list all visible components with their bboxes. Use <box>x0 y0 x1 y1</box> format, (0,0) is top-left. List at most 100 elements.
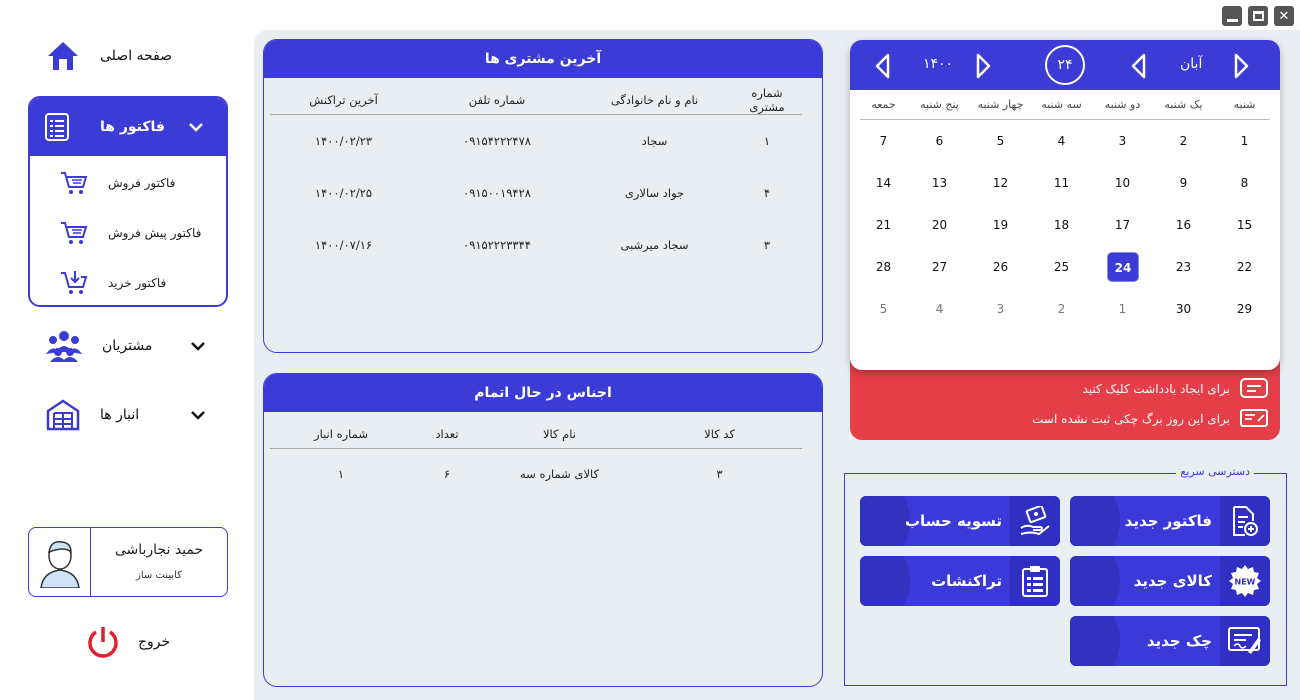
year-next-icon[interactable] <box>975 53 991 79</box>
cell-customer-number: ۴ <box>763 185 771 200</box>
calendar-day-cell[interactable]: 2 <box>1153 134 1214 148</box>
calendar-day-cell[interactable]: 22 <box>1214 260 1275 274</box>
chevron-down-icon <box>191 411 205 420</box>
nav-customers[interactable]: مشتریان <box>46 330 206 362</box>
calendar-day-cell[interactable]: 12 <box>970 176 1031 190</box>
cell-product-name: کالای شماره سه <box>519 467 600 482</box>
calendar: آبان ۲۴ ۱۴۰۰ شنبه یک شنبه دو شنبه سه شنب… <box>850 40 1280 370</box>
avatar <box>29 528 91 596</box>
cell-phone: ۰۹۱۵۲۲۲۳۳۴۴ <box>463 237 531 252</box>
calendar-day-cell[interactable]: 23 <box>1153 260 1214 274</box>
minimize-button[interactable] <box>1222 6 1242 26</box>
table-row[interactable]: ۳ کالای شماره سه ۶ ۱ <box>270 448 802 500</box>
cell-phone: ۰۹۱۵۴۲۲۲۴۷۸ <box>463 133 531 148</box>
calendar-day-cell[interactable]: 14 <box>853 176 914 190</box>
low-stock-table: کد کالا نام کالا تعداد شماره انبار ۳ کال… <box>270 420 802 500</box>
calendar-day-cell[interactable]: 20 <box>909 218 970 232</box>
invoices-header[interactable]: فاکتور ها <box>30 98 226 156</box>
close-button[interactable]: ✕ <box>1274 6 1294 26</box>
calendar-day-cell[interactable]: 28 <box>853 260 914 274</box>
day-name: سه شنبه <box>1041 98 1082 111</box>
calendar-day-cell[interactable]: 16 <box>1153 218 1214 232</box>
sale-invoice-item[interactable]: فاکتور فروش <box>60 170 175 196</box>
maximize-button[interactable] <box>1248 6 1268 26</box>
user-card[interactable]: حمید نجارباشی کابینت ساز <box>28 527 228 597</box>
calendar-day-cell[interactable]: 5 <box>970 134 1031 148</box>
calendar-day-cell[interactable]: 3 <box>970 302 1031 316</box>
calendar-day-cell[interactable]: 27 <box>909 260 970 274</box>
nav-warehouses[interactable]: انبار ها <box>46 399 206 431</box>
purchase-invoice-label: فاکتور خرید <box>108 276 167 290</box>
settle-account-label: تسویه حساب <box>904 512 1002 530</box>
nav-customers-label: مشتریان <box>102 338 153 354</box>
table-row[interactable]: ۳ سجاد میرشبی ۰۹۱۵۲۲۲۳۳۴۴ ۱۴۰۰/۰۷/۱۶ <box>270 219 802 271</box>
sale-invoice-label: فاکتور فروش <box>108 176 176 190</box>
calendar-day-cell[interactable]: 17 <box>1092 218 1153 232</box>
day-name: چهار شنبه <box>977 98 1024 111</box>
calendar-day-badge[interactable]: ۲۴ <box>1045 45 1085 85</box>
logout-button[interactable]: خروج <box>86 625 170 659</box>
check-info-row: برای این روز برگ چکی ثبت نشده است <box>1032 408 1268 430</box>
check-info-text: برای این روز برگ چکی ثبت نشده است <box>1032 412 1230 426</box>
power-icon <box>88 627 118 658</box>
calendar-day-cell[interactable]: 13 <box>909 176 970 190</box>
month-prev-icon[interactable] <box>1131 53 1147 79</box>
settle-account-button[interactable]: تسویه حساب <box>860 496 1060 546</box>
nav-warehouses-label: انبار ها <box>100 407 140 423</box>
calendar-day-cell[interactable]: 2 <box>1031 302 1092 316</box>
month-next-icon[interactable] <box>1233 53 1249 79</box>
cell-product-code: ۳ <box>716 467 723 482</box>
calendar-day-selected[interactable]: 24 <box>1107 252 1139 282</box>
col-quantity: تعداد <box>412 420 482 449</box>
col-product-name: نام کالا <box>482 420 637 449</box>
calendar-day-cell[interactable]: 4 <box>909 302 970 316</box>
year-prev-icon[interactable] <box>875 53 891 79</box>
new-check-label: چک جدید <box>1146 632 1212 650</box>
day-name: جمعه <box>871 98 896 111</box>
cell-customer-number: ۱ <box>763 133 771 148</box>
transactions-label: تراکنشات <box>931 572 1002 590</box>
new-badge-icon: NEW <box>1220 556 1270 606</box>
cart-download-icon <box>61 271 88 294</box>
calendar-day-cell[interactable]: 21 <box>853 218 914 232</box>
cell-full-name: سجاد <box>641 133 668 148</box>
table-row[interactable]: ۴ جواد سالاری ۰۹۱۵۰۰۱۹۴۲۸ ۱۴۰۰/۰۲/۲۵ <box>270 167 802 219</box>
table-row[interactable]: ۱ سجاد ۰۹۱۵۴۲۲۲۴۷۸ ۱۴۰۰/۰۲/۲۳ <box>270 115 802 167</box>
calendar-day-cell[interactable]: 7 <box>853 134 914 148</box>
new-invoice-button[interactable]: فاکتور جدید <box>1070 496 1270 546</box>
cell-full-name: جواد سالاری <box>624 185 685 200</box>
calendar-day-cell[interactable]: 25 <box>1031 260 1092 274</box>
calendar-day-cell[interactable]: 4 <box>1031 134 1092 148</box>
calendar-day-cell[interactable]: 29 <box>1214 302 1275 316</box>
recent-customers-panel: آخرین مشتری ها شماره مشتری نام و نام خان… <box>263 39 823 353</box>
calendar-day-cell[interactable]: 15 <box>1214 218 1275 232</box>
calendar-day-cell[interactable]: 10 <box>1092 176 1153 190</box>
calendar-day-cell[interactable]: 18 <box>1031 218 1092 232</box>
calendar-day-cell[interactable]: 9 <box>1153 176 1214 190</box>
presale-invoice-item[interactable]: فاکتور پیش فروش <box>60 220 201 246</box>
recent-customers-table: شماره مشتری نام و نام خانوادگی شماره تلف… <box>270 86 802 271</box>
nav-home-label: صفحه اصلی <box>100 48 173 64</box>
calendar-day-cell[interactable]: 8 <box>1214 176 1275 190</box>
calendar-day-cell[interactable]: 1 <box>1092 302 1153 316</box>
calendar-day-cell[interactable]: 11 <box>1031 176 1092 190</box>
calendar-day-cell[interactable]: 26 <box>970 260 1031 274</box>
sidebar: صفحه اصلی فاکتور ها فاکتور فروش فاکتور پ… <box>0 0 254 700</box>
new-invoice-label: فاکتور جدید <box>1124 512 1212 530</box>
check-icon <box>1240 409 1268 427</box>
calendar-day-cell[interactable]: 5 <box>853 302 914 316</box>
calendar-day-cell[interactable]: 1 <box>1214 134 1275 148</box>
calendar-day-cell[interactable]: 6 <box>909 134 970 148</box>
calendar-day-cell[interactable]: 30 <box>1153 302 1214 316</box>
new-check-button[interactable]: چک جدید <box>1070 616 1270 666</box>
purchase-invoice-item[interactable]: فاکتور خرید <box>60 270 166 296</box>
create-note-row[interactable]: برای ایجاد یادداشت کلیک کنید <box>1082 378 1268 400</box>
invoice-list-icon <box>45 113 69 141</box>
user-name: حمید نجارباشی <box>114 542 204 558</box>
new-product-button[interactable]: NEW کالای جدید <box>1070 556 1270 606</box>
user-avatar-icon <box>39 540 80 588</box>
calendar-day-cell[interactable]: 3 <box>1092 134 1153 148</box>
nav-home[interactable]: صفحه اصلی <box>46 40 172 72</box>
calendar-day-cell[interactable]: 19 <box>970 218 1031 232</box>
transactions-button[interactable]: تراکنشات <box>860 556 1060 606</box>
